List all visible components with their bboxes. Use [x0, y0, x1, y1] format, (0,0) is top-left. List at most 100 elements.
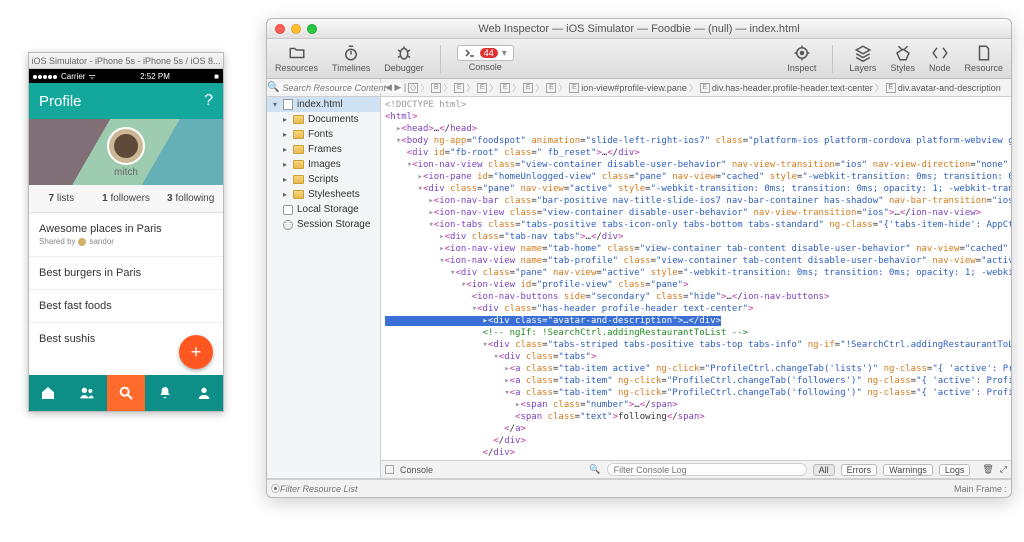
styles-icon	[894, 44, 912, 62]
bug-icon	[395, 44, 413, 62]
trash-icon[interactable]: 🗑	[982, 464, 993, 475]
ios-simulator-window: iOS Simulator - iPhone 5s - iPhone 5s / …	[28, 52, 224, 412]
breadcrumb[interactable]: ◀ ▶ | 〈〉〉 B〉 E〉 E〉 E〉 E〉 E〉 Eion-view#pr…	[381, 79, 1011, 96]
crumb-icon: E	[886, 83, 896, 93]
tab-resources[interactable]: Resources	[275, 44, 318, 73]
app-header: Profile ?	[29, 83, 223, 119]
sidebar-item-label: Stylesheets	[308, 189, 360, 200]
crumb-icon: E	[454, 83, 464, 93]
console-filter-input[interactable]	[607, 463, 807, 476]
tab-home[interactable]	[29, 375, 68, 411]
tab-lists[interactable]: 7 lists	[29, 185, 94, 212]
clock: 2:52 PM	[96, 72, 214, 81]
filter-logs[interactable]: Logs	[939, 464, 971, 476]
sidebar-folder[interactable]: ▸Documents	[267, 112, 380, 127]
tab-notifications[interactable]	[145, 375, 184, 411]
layers-icon	[854, 44, 872, 62]
sidebar-storage[interactable]: Session Storage	[267, 217, 380, 232]
list-item[interactable]: Best burgers in Paris	[29, 257, 223, 290]
tab-followers[interactable]: 1 followers	[94, 185, 159, 212]
sim-window-title: iOS Simulator - iPhone 5s - iPhone 5s / …	[29, 53, 223, 69]
filter-all[interactable]: All	[813, 464, 835, 476]
crumb-icon: E	[477, 83, 487, 93]
list-item[interactable]: Best fast foods	[29, 290, 223, 323]
help-button[interactable]: ?	[204, 92, 213, 110]
sidebar-item-label: index.html	[297, 99, 343, 110]
sidebar-folder[interactable]: ▸Frames	[267, 142, 380, 157]
window-titlebar[interactable]: Web Inspector — iOS Simulator — Foodbie …	[267, 19, 1011, 39]
username-label: mitch	[114, 167, 138, 178]
filter-icon: ⦿	[271, 482, 280, 495]
tab-layers[interactable]: Layers	[849, 44, 876, 73]
crumb-icon: B	[431, 83, 441, 93]
source-panel: <!DOCTYPE html> <html> ▸<head>…</head> ▾…	[381, 97, 1011, 478]
tab-styles[interactable]: Styles	[890, 44, 915, 73]
battery-icon: ■	[214, 72, 219, 81]
frame-selector[interactable]: Main Frame :	[954, 484, 1007, 494]
sidebar-item-label: Session Storage	[297, 219, 370, 230]
crumb-icon: E	[500, 83, 510, 93]
document-icon	[975, 44, 993, 62]
sidebar-item-index[interactable]: ▾index.html	[267, 97, 380, 112]
folder-icon	[293, 145, 304, 154]
folder-icon	[293, 175, 304, 184]
shared-by-user: sandor	[89, 237, 113, 246]
expand-icon[interactable]: ⤢	[1000, 464, 1007, 475]
filter-errors[interactable]: Errors	[841, 464, 878, 476]
folder-icon	[293, 130, 304, 139]
search-icon: 🔍	[267, 82, 279, 93]
crumb-icon: E	[569, 83, 579, 93]
window-title: Web Inspector — iOS Simulator — Foodbie …	[267, 23, 1011, 35]
list-item[interactable]: Awesome places in Paris Shared bysandor	[29, 213, 223, 257]
resources-sidebar: ▾index.html ▸Documents▸Fonts▸Frames▸Imag…	[267, 97, 381, 478]
list-item-title: Awesome places in Paris	[39, 223, 213, 235]
folder-icon	[288, 44, 306, 62]
user-icon	[196, 385, 212, 401]
toolbar: Resources Timelines Debugger 44 ▾ Consol…	[267, 39, 1011, 79]
tab-following[interactable]: 3 following	[158, 185, 223, 212]
add-button[interactable]: +	[179, 335, 213, 369]
folder-icon	[293, 160, 304, 169]
inspect-button[interactable]: Inspect	[787, 44, 816, 73]
tab-resource[interactable]: Resource	[964, 44, 1003, 73]
sidebar-folder[interactable]: ▸Images	[267, 157, 380, 172]
console-count-badge: 44	[480, 48, 498, 58]
crumb-icon: E	[546, 83, 556, 93]
sidebar-folder[interactable]: ▸Fonts	[267, 127, 380, 142]
filter-icon: 🔍	[589, 464, 600, 475]
tab-debugger[interactable]: Debugger	[384, 44, 424, 73]
stopwatch-icon	[342, 44, 360, 62]
crumb-icon: E	[700, 83, 710, 93]
source-scroll[interactable]: <!DOCTYPE html> <html> ▸<head>…</head> ▾…	[381, 97, 1011, 460]
profile-hero: mitch	[29, 119, 223, 185]
crumb-icon: E	[523, 83, 533, 93]
tab-profile[interactable]	[184, 375, 223, 411]
avatar[interactable]	[107, 127, 145, 165]
sidebar-item-label: Documents	[308, 114, 359, 125]
filter-warnings[interactable]: Warnings	[883, 464, 933, 476]
tab-timelines[interactable]: Timelines	[332, 44, 370, 73]
console-toggle[interactable]	[385, 465, 394, 474]
html-file-icon	[283, 99, 293, 110]
folder-icon	[293, 115, 304, 124]
list-item-title: Best fast foods	[39, 300, 213, 312]
resource-filter-input[interactable]	[280, 484, 410, 494]
sidebar-storage[interactable]: Local Storage	[267, 202, 380, 217]
tab-console[interactable]: 44 ▾ Console	[457, 45, 514, 72]
console-label: Console	[400, 465, 433, 475]
disk-icon	[283, 220, 293, 230]
tab-search[interactable]	[107, 375, 146, 411]
home-icon	[40, 385, 56, 401]
sidebar-item-label: Fonts	[308, 129, 333, 140]
source-code[interactable]: <!DOCTYPE html> <html> ▸<head>…</head> ▾…	[381, 97, 1011, 460]
sidebar-item-label: Frames	[308, 144, 342, 155]
sidebar-folder[interactable]: ▸Stylesheets	[267, 187, 380, 202]
status-bar: Carrier ᯤ 2:52 PM ■	[29, 69, 223, 83]
folder-icon	[293, 190, 304, 199]
tab-node[interactable]: Node	[929, 44, 951, 73]
carrier-label: Carrier	[61, 72, 85, 81]
sidebar-folder[interactable]: ▸Scripts	[267, 172, 380, 187]
people-icon	[78, 385, 96, 401]
storage-icon	[283, 205, 293, 215]
tab-people[interactable]	[68, 375, 107, 411]
